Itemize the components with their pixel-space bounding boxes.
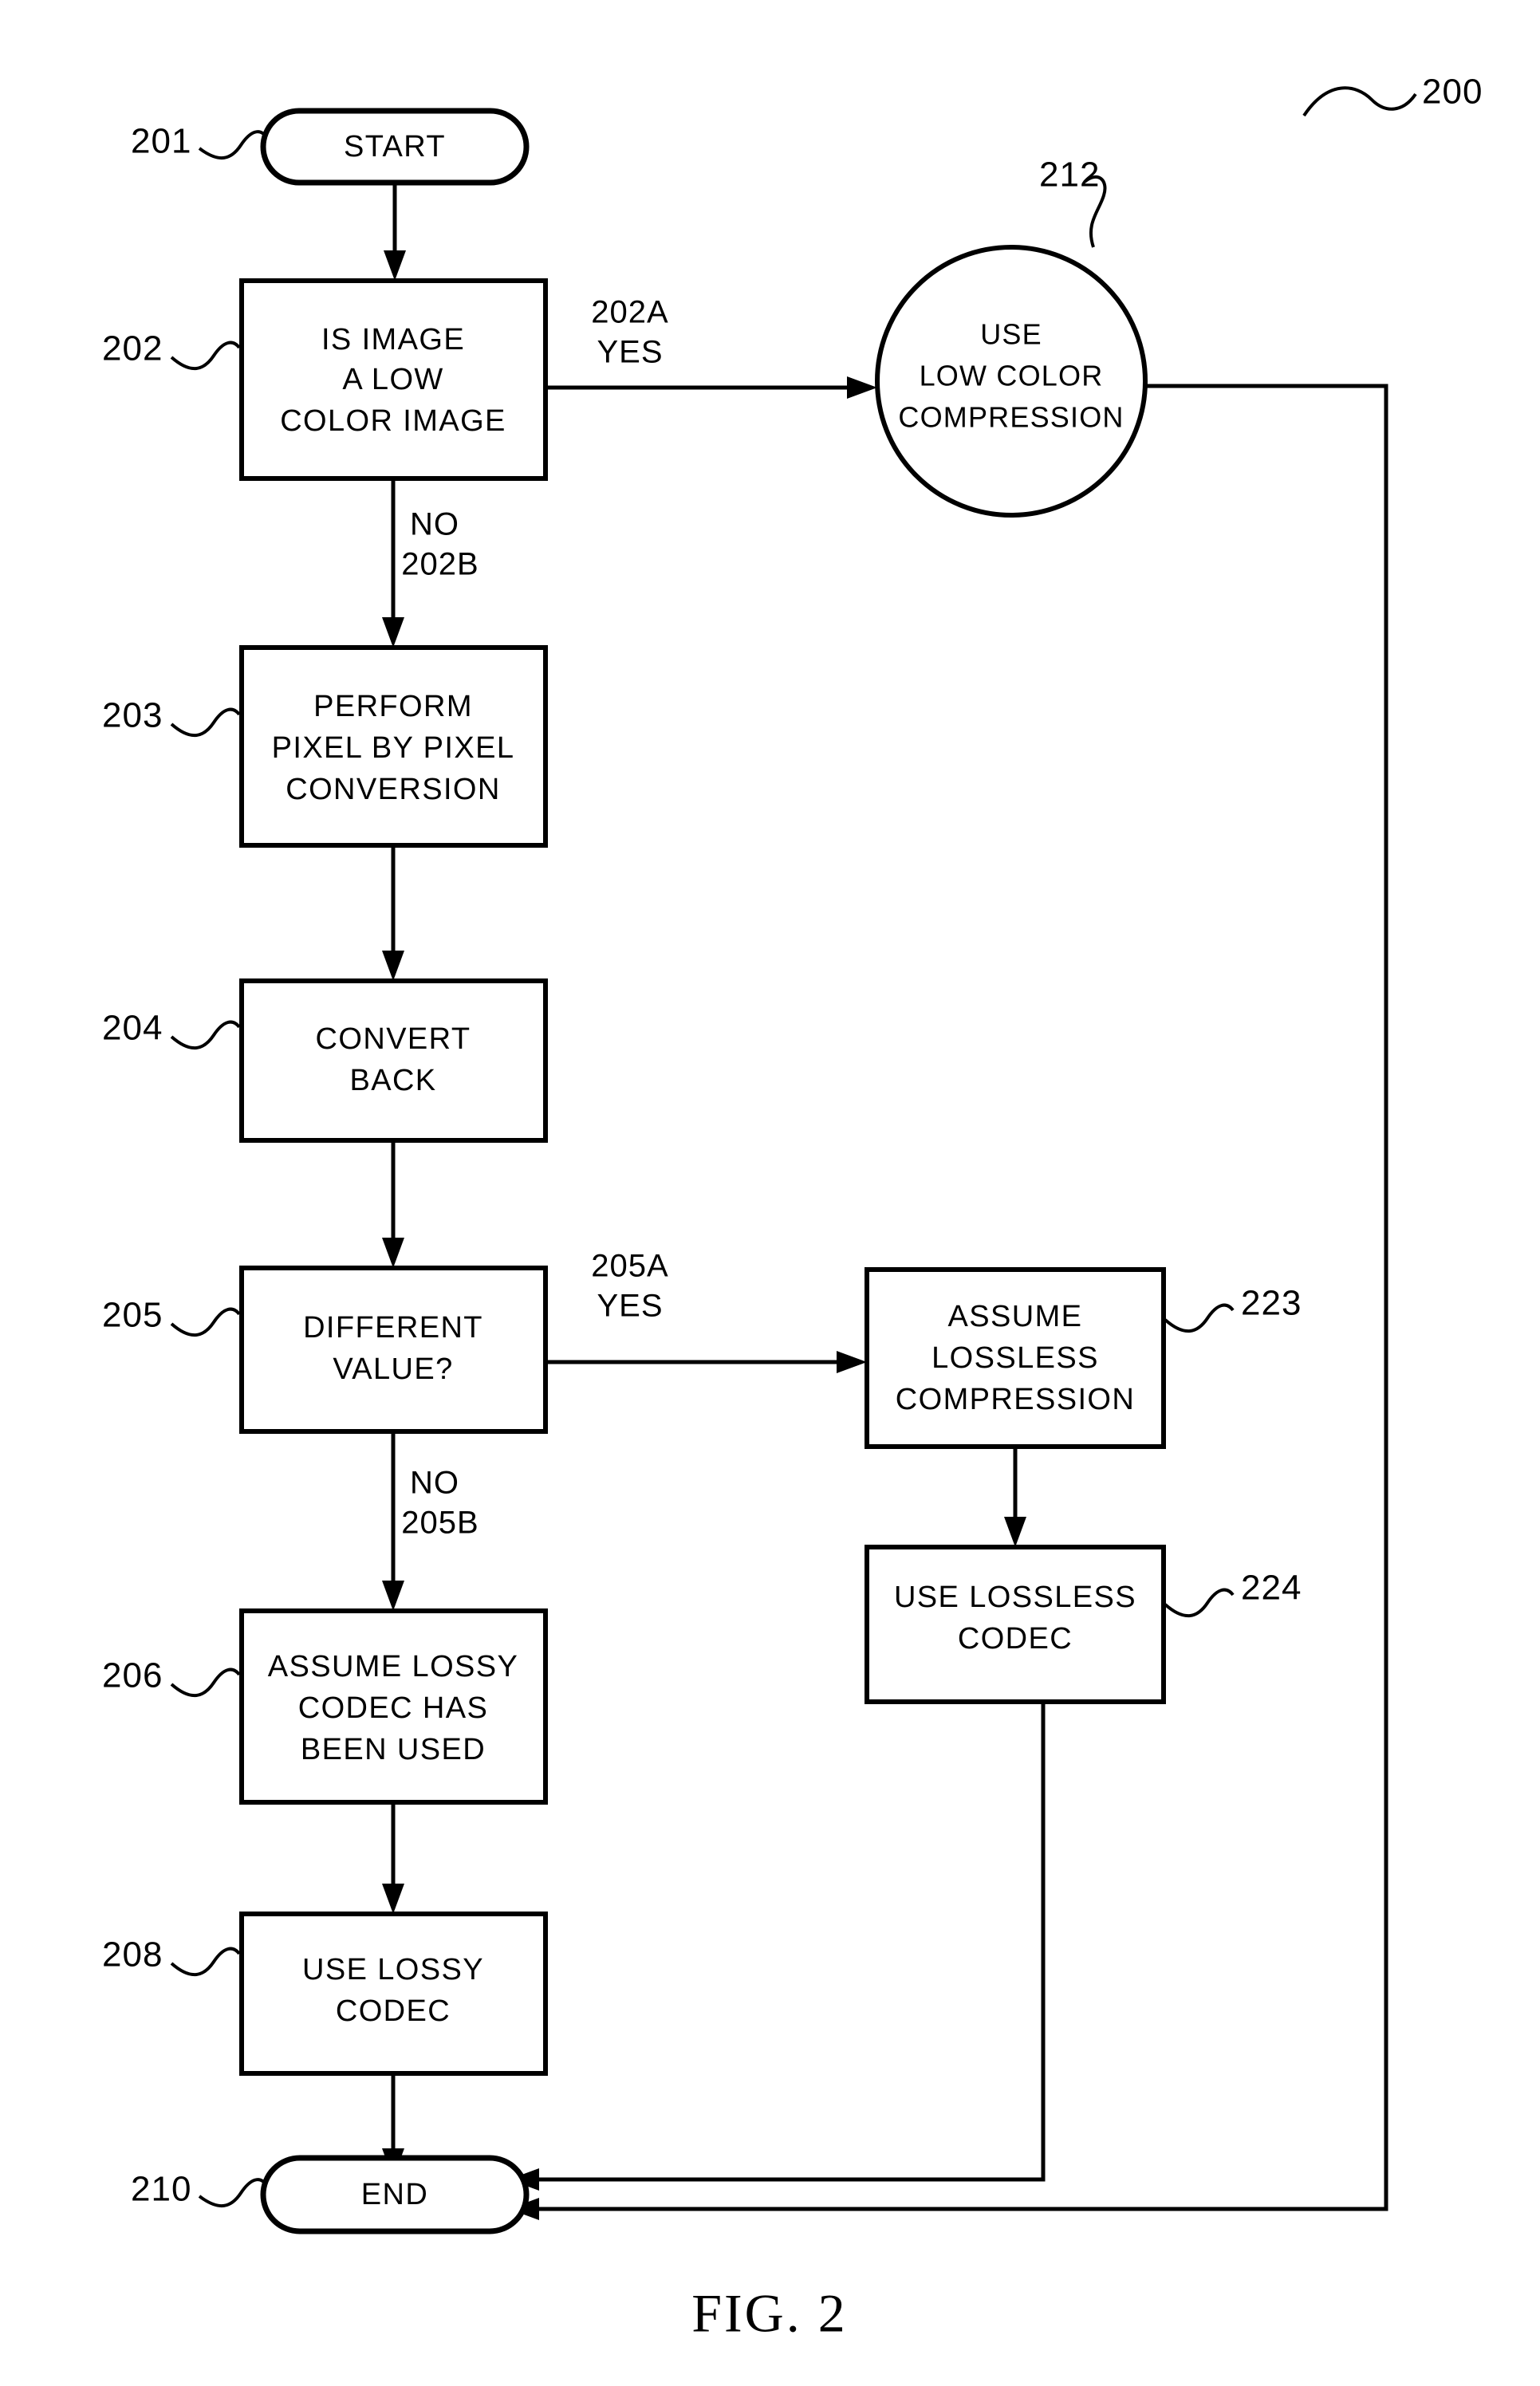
edge-label-202a: 202A <box>591 295 668 330</box>
arrowhead <box>382 617 404 648</box>
node-204-shape <box>239 978 548 1143</box>
patent-figure: 200 START 201 IS IMAGE A LOW COLOR IMAGE… <box>0 0 1540 2386</box>
node-assume-lossless: ASSUME LOSSLESS COMPRESSION <box>865 1267 1166 1449</box>
node-212-line1: USE <box>980 318 1042 351</box>
edge-203-to-204 <box>382 845 404 981</box>
ref-204: 204 <box>102 1009 241 1050</box>
edge-start-to-202 <box>384 183 406 281</box>
node-use-lossless-codec: USE LOSSLESS CODEC <box>865 1545 1166 1704</box>
node-205-line1: DIFFERENT <box>303 1311 483 1345</box>
edge-label-205b-no: NO <box>410 1466 459 1501</box>
ref-223-label: 223 <box>1241 1284 1302 1323</box>
node-203-line1: PERFORM <box>313 690 473 723</box>
arrowhead <box>382 1581 404 1611</box>
ref-206-label: 206 <box>102 1656 163 1695</box>
flowchart-svg: 200 START 201 IS IMAGE A LOW COLOR IMAGE… <box>102 73 1483 2344</box>
node-206-line3: BEEN USED <box>301 1733 486 1766</box>
arrowhead <box>382 951 404 981</box>
node-different-value: DIFFERENT VALUE? <box>239 1266 548 1434</box>
node-use-lossy-codec: USE LOSSY CODEC <box>239 1912 548 2076</box>
node-223-line3: COMPRESSION <box>896 1383 1135 1416</box>
node-204-line1: CONVERT <box>316 1022 471 1056</box>
arrowhead <box>1004 1517 1026 1547</box>
node-pixel-conversion: PERFORM PIXEL BY PIXEL CONVERSION <box>239 645 548 848</box>
node-end: END <box>260 2155 530 2234</box>
ref-203-label: 203 <box>102 696 163 735</box>
start-label: START <box>344 130 446 163</box>
ref-210: 210 <box>131 2170 268 2209</box>
edge-202-no: NO 202B <box>382 478 479 648</box>
edge-223-to-224 <box>1004 1447 1026 1547</box>
figure-ref-200: 200 <box>1302 73 1483 117</box>
ref-210-label: 210 <box>131 2170 191 2209</box>
ref-205-label: 205 <box>102 1296 163 1335</box>
ref-208-label: 208 <box>102 1935 163 1975</box>
node-223-line2: LOSSLESS <box>931 1341 1099 1375</box>
node-212-line3: COMPRESSION <box>898 401 1124 434</box>
ref-223: 223 <box>1164 1284 1302 1333</box>
node-low-color-compression: USE LOW COLOR COMPRESSION <box>875 245 1148 518</box>
figure-ref-200-label: 200 <box>1422 73 1483 112</box>
node-224-line2: CODEC <box>958 1622 1073 1656</box>
edge-205-yes: 205A YES <box>545 1249 867 1373</box>
node-208-line1: USE LOSSY <box>302 1953 484 1986</box>
ref-201: 201 <box>131 122 268 161</box>
figure-caption: FIG. 2 <box>691 2283 848 2344</box>
edge-204-to-205 <box>382 1140 404 1268</box>
ref-208: 208 <box>102 1935 241 1977</box>
ref-212: 212 <box>1039 156 1107 248</box>
ref-224-label: 224 <box>1241 1569 1302 1608</box>
node-212-line2: LOW COLOR <box>920 360 1104 392</box>
node-204-line2: BACK <box>349 1064 436 1097</box>
node-208-shape <box>239 1912 548 2076</box>
edge-206-to-208 <box>382 1802 404 1914</box>
node-223-line1: ASSUME <box>948 1300 1083 1333</box>
node-208-line2: CODEC <box>336 1994 451 2028</box>
edge-202-yes: 202A YES <box>545 295 877 399</box>
node-206-line2: CODEC HAS <box>298 1691 489 1725</box>
edge-label-202b-no: NO <box>410 507 459 542</box>
ref-224: 224 <box>1164 1569 1302 1618</box>
node-202-line3: COLOR IMAGE <box>280 404 506 438</box>
edge-205-no: NO 205B <box>382 1431 479 1611</box>
ref-201-label: 201 <box>131 122 191 161</box>
arrowhead <box>837 1351 867 1373</box>
node-205-shape <box>239 1266 548 1434</box>
edge-label-205a: 205A <box>591 1249 668 1284</box>
ref-202-label: 202 <box>102 329 163 368</box>
node-205-line2: VALUE? <box>333 1352 453 1386</box>
edge-224-to-end <box>509 1702 1046 2191</box>
node-203-line2: PIXEL BY PIXEL <box>272 731 515 765</box>
node-assume-lossy: ASSUME LOSSY CODEC HAS BEEN USED <box>239 1608 548 1805</box>
arrowhead <box>847 376 877 399</box>
edge-label-202b: 202B <box>401 547 479 582</box>
arrowhead <box>384 250 406 281</box>
edge-label-205a-yes: YES <box>597 1289 663 1324</box>
ref-202: 202 <box>102 329 241 371</box>
node-is-low-color-image: IS IMAGE A LOW COLOR IMAGE <box>239 278 548 481</box>
ref-205: 205 <box>102 1296 241 1337</box>
ref-204-label: 204 <box>102 1009 163 1048</box>
node-202-line2: A LOW <box>342 363 443 396</box>
arrowhead <box>382 1884 404 1914</box>
node-206-line1: ASSUME LOSSY <box>268 1650 519 1683</box>
edge-label-202a-yes: YES <box>597 335 663 370</box>
end-label: END <box>361 2178 428 2211</box>
node-start: START <box>260 108 530 186</box>
node-203-line3: CONVERSION <box>286 773 500 806</box>
ref-212-label: 212 <box>1039 156 1100 195</box>
arrowhead <box>382 1238 404 1268</box>
node-202-line1: IS IMAGE <box>321 323 465 356</box>
edge-label-205b: 205B <box>401 1506 479 1541</box>
node-224-line1: USE LOSSLESS <box>894 1581 1136 1614</box>
ref-203: 203 <box>102 696 241 738</box>
ref-206: 206 <box>102 1656 241 1698</box>
node-convert-back: CONVERT BACK <box>239 978 548 1143</box>
